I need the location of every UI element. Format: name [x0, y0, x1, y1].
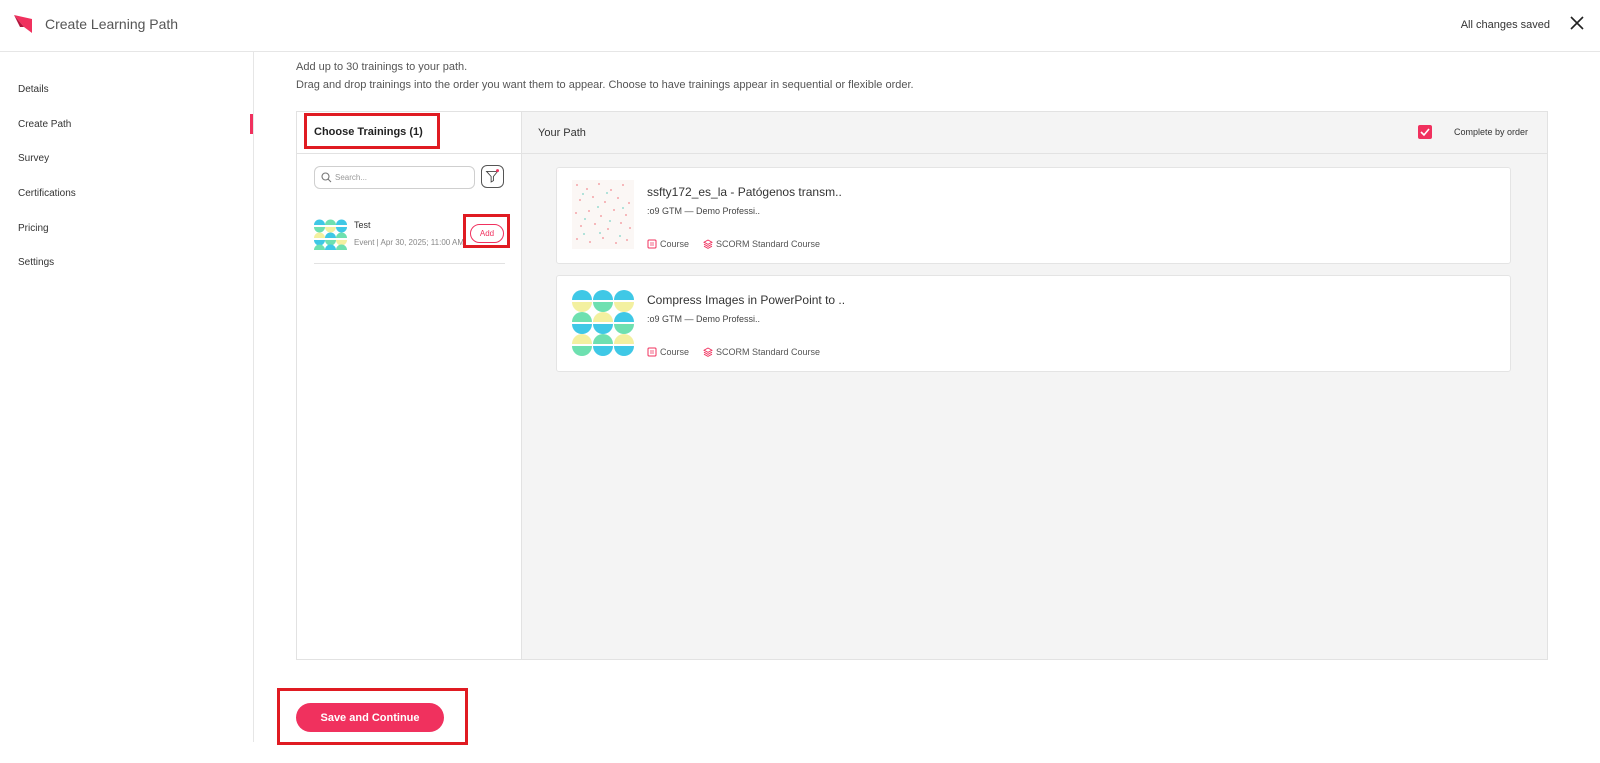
complete-by-order-toggle[interactable]: Complete by order	[1408, 125, 1528, 140]
intro-text-limit: Add up to 30 trainings to your path.	[296, 61, 468, 73]
card-subtitle: :o9 GTM — Demo Professi..	[647, 314, 761, 324]
close-icon[interactable]	[1568, 14, 1586, 32]
choose-trainings-header: Choose Trainings (1)	[297, 112, 521, 154]
card-type-label: Course	[660, 347, 690, 357]
training-search	[314, 166, 475, 189]
training-thumbnail	[314, 217, 347, 250]
sidebar-item-survey[interactable]: Survey	[18, 153, 49, 164]
app-header: Create Learning Path All changes saved	[0, 0, 1600, 52]
course-icon	[647, 347, 657, 357]
sidebar-nav: Details Create Path Survey Certification…	[0, 52, 254, 742]
training-thumbnail	[572, 288, 634, 357]
sidebar-item-details[interactable]: Details	[18, 84, 49, 95]
card-title: Compress Images in PowerPoint to ..	[647, 293, 846, 307]
sidebar-item-pricing[interactable]: Pricing	[18, 223, 49, 234]
training-meta: Event | Apr 30, 2025; 11:00 AM	[354, 238, 465, 247]
page-title: Create Learning Path	[45, 16, 179, 32]
complete-by-order-checkbox[interactable]	[1418, 125, 1432, 139]
path-training-card[interactable]: ssfty172_es_la - Patógenos transm.. :o9 …	[556, 167, 1511, 264]
card-subtitle: :o9 GTM — Demo Professi..	[647, 206, 761, 216]
layers-icon	[703, 239, 713, 249]
card-type-label: Course	[660, 239, 690, 249]
sidebar-item-certifications[interactable]: Certifications	[18, 188, 76, 199]
app-logo-icon	[14, 15, 32, 33]
save-status-text: All changes saved	[1460, 19, 1550, 31]
intro-text-instructions: Drag and drop trainings into the order y…	[296, 79, 914, 91]
filter-button[interactable]	[481, 165, 504, 188]
complete-by-order-label: Complete by order	[1453, 127, 1528, 137]
checkmark-icon	[1420, 128, 1430, 137]
card-format-tag: SCORM Standard Course	[703, 239, 820, 249]
filter-icon	[485, 169, 499, 183]
active-nav-indicator	[250, 114, 253, 134]
your-path-header: Your Path Complete by order	[522, 112, 1547, 154]
card-format-label: SCORM Standard Course	[716, 239, 821, 249]
training-thumbnail	[572, 180, 634, 249]
card-title: ssfty172_es_la - Patógenos transm..	[647, 185, 842, 199]
your-path-title: Your Path	[538, 127, 586, 139]
save-and-continue-button[interactable]: Save and Continue	[296, 703, 444, 732]
training-name: Test	[354, 220, 371, 230]
search-input[interactable]	[335, 170, 470, 185]
choose-trainings-column: Choose Trainings (1) Search... Test Even…	[297, 112, 522, 659]
path-builder-panel: Choose Trainings (1) Search... Test Even…	[296, 111, 1548, 660]
add-training-button[interactable]: Add	[470, 224, 504, 243]
your-path-column: Your Path Complete by order ssfty172_es_…	[522, 112, 1547, 659]
list-item: Test Event | Apr 30, 2025; 11:00 AM Add	[314, 214, 505, 264]
card-format-label: SCORM Standard Course	[716, 347, 821, 357]
course-icon	[647, 239, 657, 249]
layers-icon	[703, 347, 713, 357]
card-type-tag: Course	[647, 347, 689, 357]
search-icon	[321, 172, 332, 183]
card-format-tag: SCORM Standard Course	[703, 347, 820, 357]
sidebar-item-create-path[interactable]: Create Path	[18, 119, 71, 130]
choose-trainings-title: Choose Trainings (1)	[314, 126, 423, 138]
path-training-card[interactable]: Compress Images in PowerPoint to .. :o9 …	[556, 275, 1511, 372]
sidebar-item-settings[interactable]: Settings	[18, 257, 54, 268]
card-type-tag: Course	[647, 239, 689, 249]
